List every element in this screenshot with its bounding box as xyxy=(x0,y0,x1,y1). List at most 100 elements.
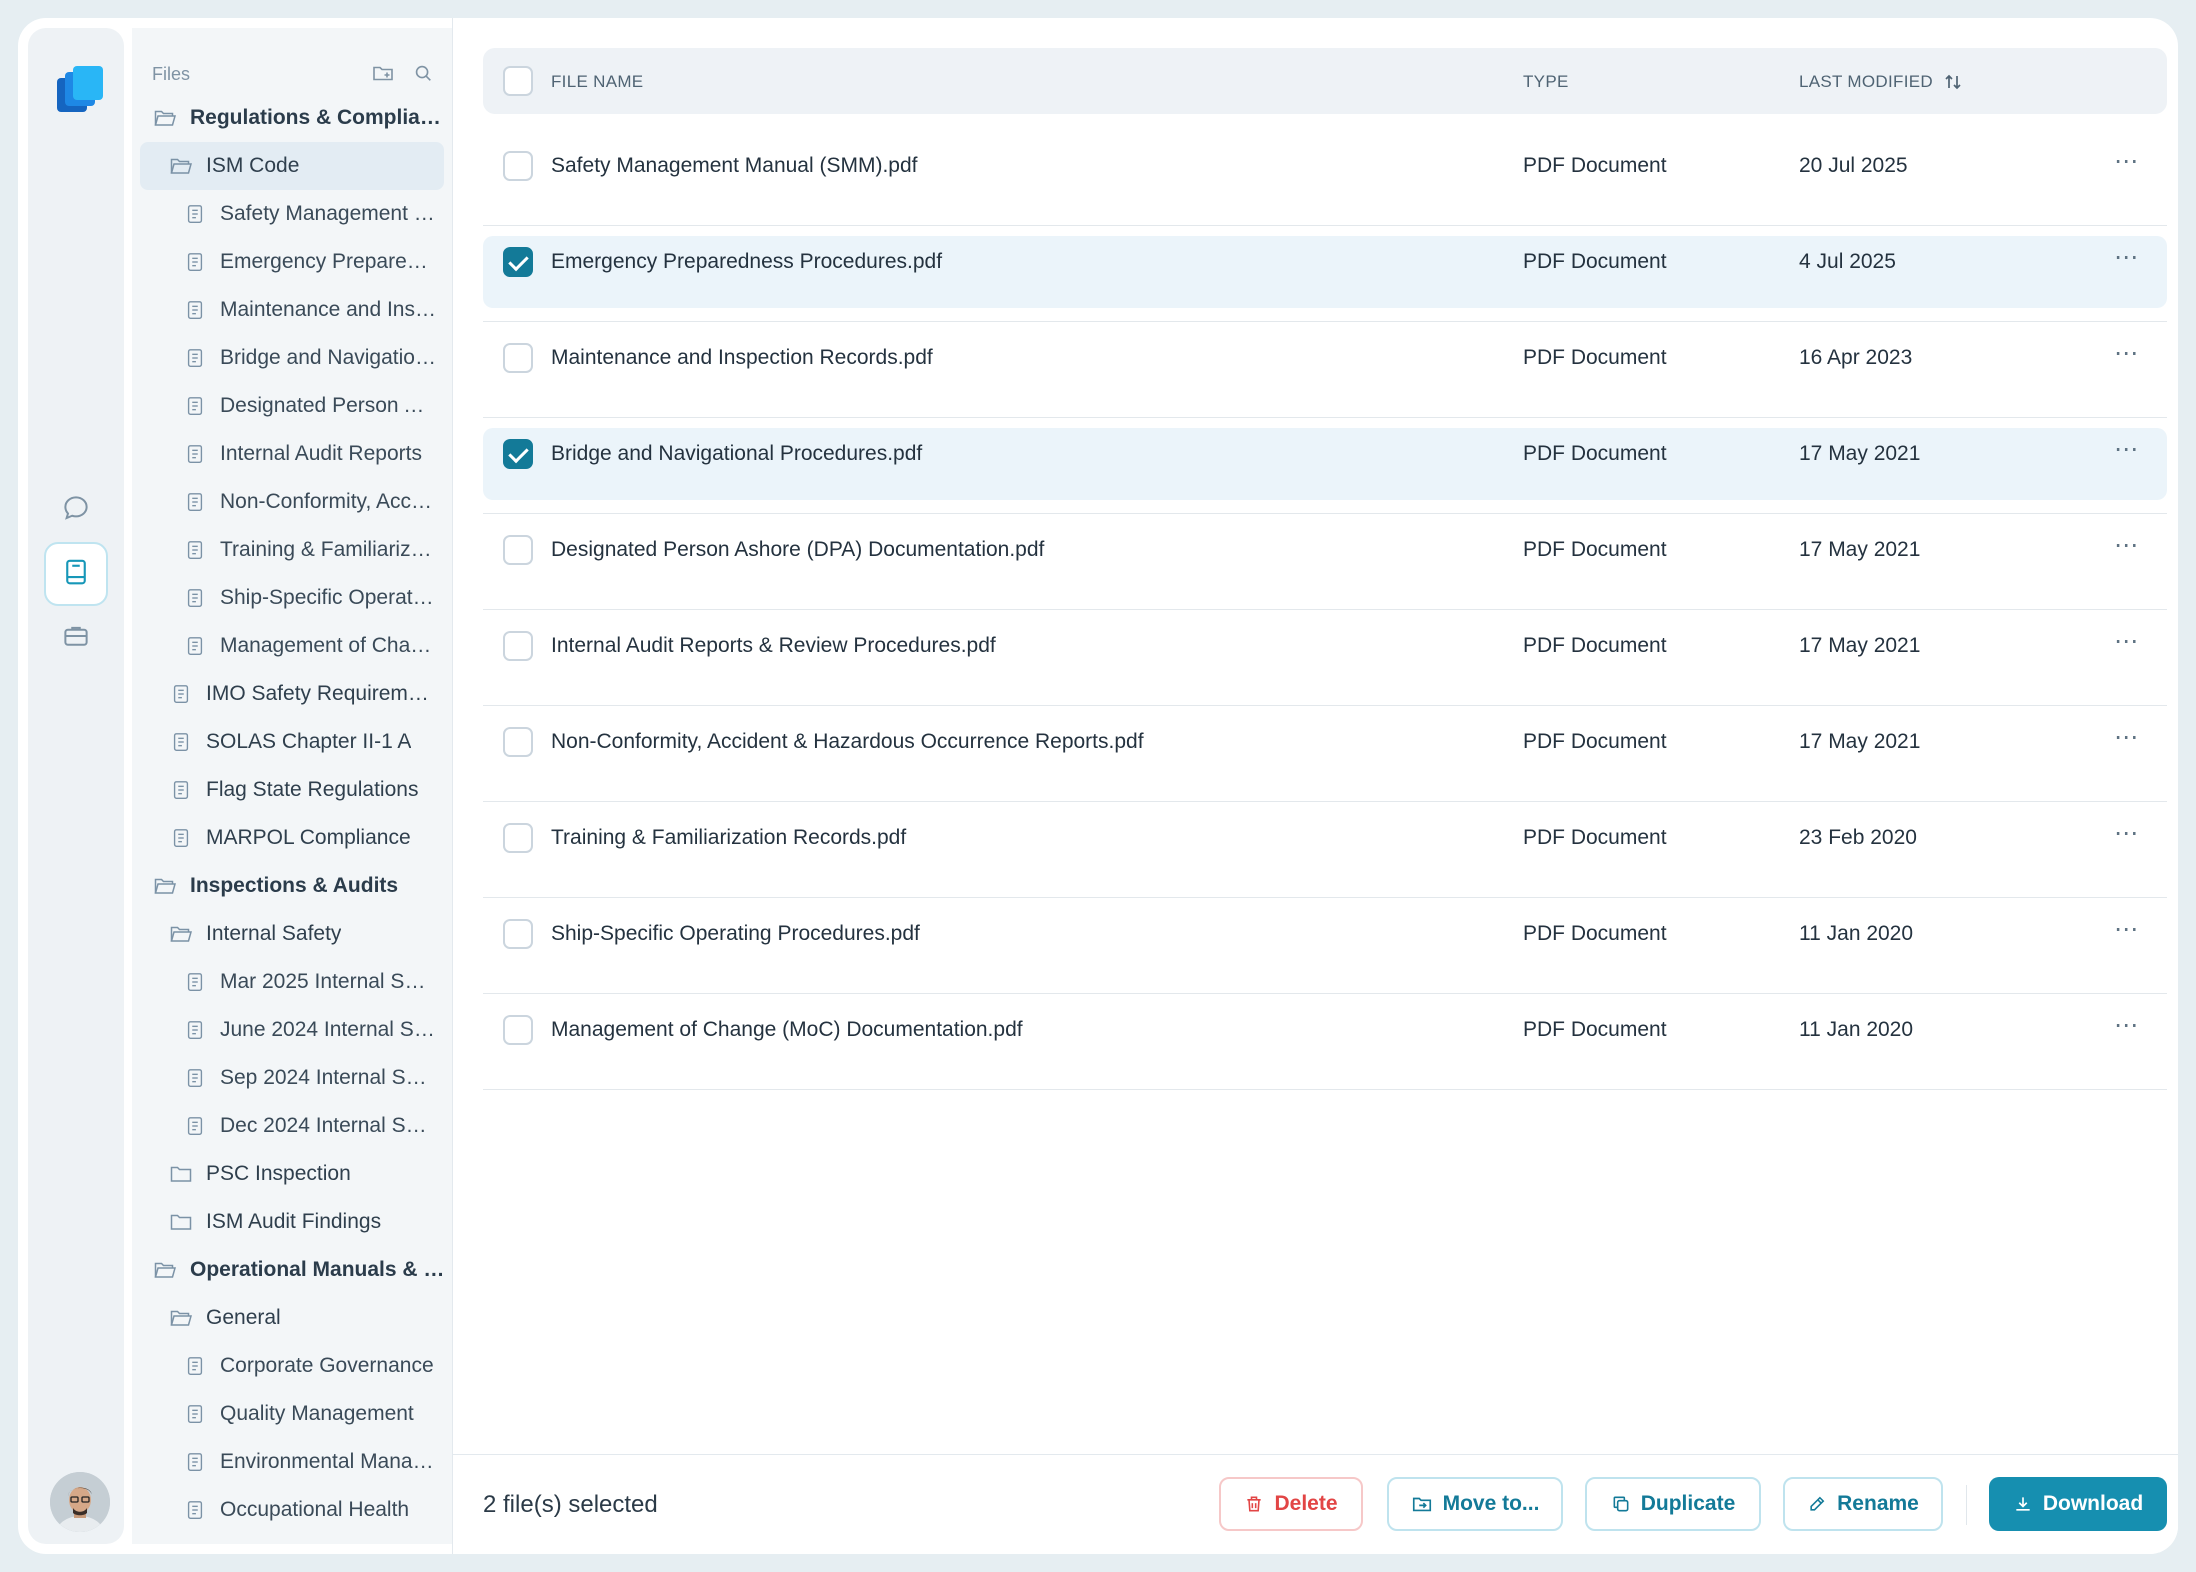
file-type-cell: PDF Document xyxy=(1523,154,1667,177)
tree-folder-item[interactable]: ISM Audit Findings xyxy=(132,1198,452,1246)
more-icon[interactable]: ⋯ xyxy=(2109,246,2145,278)
file-name-cell[interactable]: Designated Person Ashore (DPA) Documenta… xyxy=(551,538,1044,562)
row-checkbox[interactable] xyxy=(503,823,533,853)
tree-file-item[interactable]: Maintenance and Inspection Records xyxy=(132,286,452,334)
table-row[interactable]: Designated Person Ashore (DPA) Documenta… xyxy=(483,514,2167,610)
move-to-button[interactable]: Move to... xyxy=(1387,1477,1563,1531)
table-row[interactable]: Maintenance and Inspection Records.pdf PD… xyxy=(483,322,2167,418)
tree-file-item[interactable]: Environmental Management xyxy=(132,1438,452,1486)
rename-button[interactable]: Rename xyxy=(1783,1477,1943,1531)
tree-folder-item[interactable]: ISM Code xyxy=(140,142,444,190)
search-icon[interactable] xyxy=(408,58,438,88)
file-name-cell[interactable]: Non-Conformity, Accident & Hazardous Occ… xyxy=(551,730,1144,754)
tree-file-item[interactable]: Ship-Specific Operating xyxy=(132,574,452,622)
tree-folder-item[interactable]: Internal Safety xyxy=(132,910,452,958)
tree-file-item[interactable]: Enterprise Risk Management xyxy=(132,1534,452,1544)
tree-file-item[interactable]: Management of Change xyxy=(132,622,452,670)
download-button[interactable]: Download xyxy=(1989,1477,2167,1531)
avatar[interactable] xyxy=(50,1472,110,1532)
file-name-cell[interactable]: Bridge and Navigational Procedures.pdf xyxy=(551,442,922,466)
row-checkbox[interactable] xyxy=(503,439,533,469)
more-icon[interactable]: ⋯ xyxy=(2109,726,2145,758)
more-icon[interactable]: ⋯ xyxy=(2109,918,2145,950)
row-checkbox[interactable] xyxy=(503,343,533,373)
tree-file-item[interactable]: Mar 2025 Internal Safety xyxy=(132,958,452,1006)
more-icon[interactable]: ⋯ xyxy=(2109,630,2145,662)
chat-nav-button[interactable] xyxy=(44,478,108,542)
tree-folder-item[interactable]: Inspections & Audits xyxy=(132,862,452,910)
delete-button[interactable]: Delete xyxy=(1219,1477,1363,1531)
tree-item-label: Management of Change xyxy=(220,634,436,657)
tree-folder-item[interactable]: PSC Inspection xyxy=(132,1150,452,1198)
file-name-cell[interactable]: Ship-Specific Operating Procedures.pdf xyxy=(551,922,920,946)
more-icon[interactable]: ⋯ xyxy=(2109,150,2145,182)
table-row[interactable]: Internal Audit Reports & Review Procedur… xyxy=(483,610,2167,706)
tree-file-item[interactable]: Dec 2024 Internal Safety xyxy=(132,1102,452,1150)
tree-file-item[interactable]: Training & Familiarization xyxy=(132,526,452,574)
tree-file-item[interactable]: Emergency Preparedness Procedures xyxy=(132,238,452,286)
row-checkbox[interactable] xyxy=(503,535,533,565)
copy-icon xyxy=(1611,1494,1631,1514)
sort-icon[interactable] xyxy=(1943,72,1963,92)
more-icon[interactable]: ⋯ xyxy=(2109,342,2145,374)
file-name-cell[interactable]: Safety Management Manual (SMM).pdf xyxy=(551,154,918,178)
table-row[interactable]: Management of Change (MoC) Documentation… xyxy=(483,994,2167,1090)
table-row[interactable]: Non-Conformity, Accident & Hazardous Occ… xyxy=(483,706,2167,802)
tree-file-item[interactable]: Corporate Governance xyxy=(132,1342,452,1390)
tree-file-item[interactable]: SOLAS Chapter II-1 A xyxy=(132,718,452,766)
file-icon xyxy=(182,249,208,275)
tree-folder-item[interactable]: General xyxy=(132,1294,452,1342)
more-icon[interactable]: ⋯ xyxy=(2109,438,2145,470)
last-modified-cell: 11 Jan 2020 xyxy=(1799,1018,1914,1041)
row-checkbox[interactable] xyxy=(503,919,533,949)
move-to-button-label: Move to... xyxy=(1442,1492,1540,1515)
file-icon xyxy=(182,1065,208,1091)
more-icon[interactable]: ⋯ xyxy=(2109,822,2145,854)
documents-nav-button[interactable] xyxy=(44,542,108,606)
table-row[interactable]: Safety Management Manual (SMM).pdf PDF Do… xyxy=(483,130,2167,226)
tree-file-item[interactable]: June 2024 Internal Safety xyxy=(132,1006,452,1054)
file-name-cell[interactable]: Internal Audit Reports & Review Procedur… xyxy=(551,634,996,658)
tree-file-item[interactable]: Safety Management Manual xyxy=(132,190,452,238)
row-checkbox[interactable] xyxy=(503,727,533,757)
file-type-cell: PDF Document xyxy=(1523,346,1667,369)
row-checkbox[interactable] xyxy=(503,1015,533,1045)
more-icon[interactable]: ⋯ xyxy=(2109,534,2145,566)
tree-file-item[interactable]: Designated Person Ashore xyxy=(132,382,452,430)
pencil-icon xyxy=(1807,1494,1827,1514)
app-logo-icon[interactable] xyxy=(57,64,105,116)
table-row[interactable]: Training & Familiarization Records.pdf PD… xyxy=(483,802,2167,898)
cases-nav-button[interactable] xyxy=(44,606,108,670)
select-all-checkbox[interactable] xyxy=(503,66,533,96)
tree-file-item[interactable]: Bridge and Navigational Procedures xyxy=(132,334,452,382)
tree-item-label: ISM Code xyxy=(206,154,300,177)
tree-folder-item[interactable]: Operational Manuals & Procedures xyxy=(132,1246,452,1294)
row-checkbox[interactable] xyxy=(503,247,533,277)
file-name-cell[interactable]: Management of Change (MoC) Documentation… xyxy=(551,1018,1023,1042)
tree-folder-item[interactable]: Regulations & Compliance xyxy=(132,94,452,142)
tree-file-item[interactable]: IMO Safety Requirements xyxy=(132,670,452,718)
table-row[interactable]: Bridge and Navigational Procedures.pdf PD… xyxy=(483,418,2167,514)
last-modified-cell: 17 May 2021 xyxy=(1799,442,1921,465)
tree-file-item[interactable]: Occupational Health xyxy=(132,1486,452,1534)
file-name-cell[interactable]: Emergency Preparedness Procedures.pdf xyxy=(551,250,942,274)
file-name-cell[interactable]: Maintenance and Inspection Records.pdf xyxy=(551,346,933,370)
tree-file-item[interactable]: Flag State Regulations xyxy=(132,766,452,814)
new-folder-icon[interactable] xyxy=(368,58,398,88)
table-row[interactable]: Emergency Preparedness Procedures.pdf PDF… xyxy=(483,226,2167,322)
file-name-cell[interactable]: Training & Familiarization Records.pdf xyxy=(551,826,906,850)
row-checkbox[interactable] xyxy=(503,151,533,181)
tree-file-item[interactable]: Non-Conformity, Accident xyxy=(132,478,452,526)
tree-file-item[interactable]: Quality Management xyxy=(132,1390,452,1438)
tree-file-item[interactable]: Sep 2024 Internal Safety xyxy=(132,1054,452,1102)
tree-file-item[interactable]: MARPOL Compliance xyxy=(132,814,452,862)
table-row[interactable]: Ship-Specific Operating Procedures.pdf PD… xyxy=(483,898,2167,994)
row-checkbox[interactable] xyxy=(503,631,533,661)
duplicate-button[interactable]: Duplicate xyxy=(1585,1477,1761,1531)
column-header-file-name[interactable]: FILE NAME xyxy=(551,72,643,92)
column-header-last-modified-label: LAST MODIFIED xyxy=(1799,72,1933,91)
column-header-type[interactable]: TYPE xyxy=(1523,72,1569,92)
column-header-last-modified[interactable]: LAST MODIFIED xyxy=(1799,72,1963,92)
tree-file-item[interactable]: Internal Audit Reports xyxy=(132,430,452,478)
more-icon[interactable]: ⋯ xyxy=(2109,1014,2145,1046)
